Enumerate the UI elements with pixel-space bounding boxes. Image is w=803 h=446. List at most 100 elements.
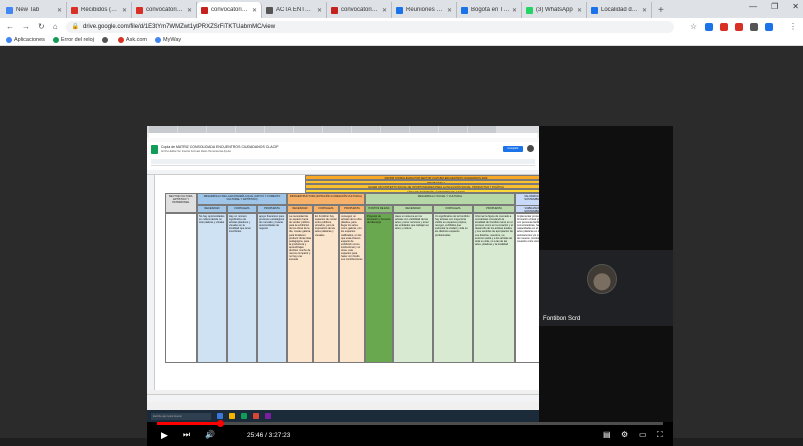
tab-close-icon[interactable]: ✕ [122, 7, 127, 14]
taskbar-app-icon [217, 413, 223, 419]
tab-label: (3) WhatsApp [536, 7, 573, 13]
tab-favicon-icon [71, 6, 78, 14]
matrix-data-cell: No hay oportunidades en cultura desde no… [197, 213, 227, 363]
shared-tab [381, 126, 409, 133]
tab-close-icon[interactable]: ✕ [382, 7, 387, 14]
bookmark-item[interactable]: MyWay [155, 37, 181, 43]
fullscreen-icon[interactable]: ⛶ [657, 430, 663, 440]
sheet-header: Copia de MATRIZ CONSOLIDADA ENCUENTROS C… [147, 142, 539, 170]
bookmark-item[interactable]: Aplicaciones [6, 37, 45, 43]
browser-tab[interactable]: (3) WhatsApp ✕ [522, 2, 587, 18]
player-controls: ▶ ⏭ 🔊 25:46 / 3:27:23 ▤ ⚙ ▭ ⛶ [147, 420, 673, 446]
group-social-header: DESARROLLO SOCIAL Y CULTURAL [365, 193, 515, 205]
browser-tab[interactable]: Localidad de Fonti...✕ [587, 2, 652, 18]
matrix-data-cell: apoyo financiero para procesos estratégi… [257, 213, 287, 363]
browser-tab[interactable]: convocatoriasesio...✕ [327, 2, 392, 18]
browser-tab[interactable]: Recibidos (994) - ...✕ [67, 2, 132, 18]
tab-close-icon[interactable]: ✕ [317, 7, 322, 14]
bookmark-icon [52, 37, 59, 43]
group-infra-header: INFRAESTRUCTURA (DOTACIÓN A CREACIÓN CUL… [287, 193, 365, 205]
bookmark-label: Error del reloj [60, 37, 94, 43]
progress-played [157, 422, 220, 425]
progress-bar[interactable] [157, 420, 663, 427]
new-tab-button[interactable]: + [652, 2, 670, 18]
shared-tab [323, 126, 351, 133]
tab-label: convocatoriasesio... [146, 7, 185, 13]
bookmark-icon [155, 37, 161, 43]
taskbar-app-icon [241, 413, 247, 419]
extension-icon[interactable] [765, 22, 773, 31]
sheet-tabs-bar [147, 394, 539, 402]
minimize-button[interactable]: — [749, 2, 757, 11]
home-icon[interactable]: ⌂ [53, 22, 58, 31]
extension-icon[interactable] [720, 22, 728, 31]
tab-close-icon[interactable]: ✕ [577, 7, 582, 14]
tab-close-icon[interactable]: ✕ [187, 7, 192, 14]
tab-strip: New Tab✕Recibidos (994) - ...✕convocator… [2, 2, 652, 18]
shared-tab [468, 126, 496, 133]
formula-bar [151, 165, 535, 169]
browser-tab[interactable]: New Tab ✕ [2, 2, 67, 18]
matrix-data-cell: En Fontibón hay espacios de contar entre… [313, 213, 339, 363]
browser-tab[interactable]: ACTA ENTREGA V...✕ [262, 2, 327, 18]
tab-close-icon[interactable]: ✕ [252, 7, 257, 14]
tab-close-icon[interactable]: ✕ [512, 7, 517, 14]
window-controls: — ❐ ✕ [749, 2, 799, 11]
play-icon[interactable]: ▶ [161, 430, 168, 441]
bookmark-item[interactable]: Ask.com [117, 37, 147, 43]
tab-favicon-icon [201, 6, 208, 14]
bookmark-icon [6, 37, 12, 43]
menu-icon[interactable]: ⋮ [789, 22, 797, 31]
maximize-button[interactable]: ❐ [771, 2, 778, 11]
browser-tab[interactable]: convocatoriasesio...✕ [132, 2, 197, 18]
tab-close-icon[interactable]: ✕ [642, 7, 647, 14]
column-header-cell: NECESIDAD [393, 205, 433, 213]
reload-icon[interactable]: ↻ [38, 22, 45, 31]
video-player[interactable]: Copia de MATRIZ CONSOLIDADA ENCUENTROS C… [147, 126, 673, 446]
shared-tab [439, 126, 467, 133]
tab-close-icon[interactable]: ✕ [57, 7, 62, 14]
spreadsheet-grid: MATRIZ CONSOLIDADA POR SECTOR CULTURA EN… [147, 170, 567, 390]
extension-icon[interactable] [705, 22, 713, 31]
taskbar-search: Escribe aquí para buscar [151, 412, 211, 420]
column-header-cell: PROPUESTA [339, 205, 365, 213]
column-header-cell: PROPUESTA [257, 205, 287, 213]
shared-tab [265, 126, 293, 133]
tab-favicon-icon [591, 6, 598, 14]
matrix-data-cell: conseguir un artistas de la obra plástic… [339, 213, 365, 363]
extension-icons [705, 22, 773, 31]
url-text: drive.google.com/file/d/1E3tYm7WMZwt1ytP… [83, 23, 276, 30]
forward-icon[interactable]: → [22, 22, 30, 31]
tab-label: New Tab [16, 7, 40, 13]
extension-icon[interactable] [750, 22, 758, 31]
shared-tab [410, 126, 438, 133]
shared-screen: Copia de MATRIZ CONSOLIDADA ENCUENTROS C… [147, 126, 567, 426]
tab-close-icon[interactable]: ✕ [447, 7, 452, 14]
taskbar-app-icon [229, 413, 235, 419]
star-icon[interactable]: ☆ [690, 22, 697, 31]
next-icon[interactable]: ⏭ [183, 430, 190, 440]
column-header-cell: FORTALEZA [313, 205, 339, 213]
back-icon[interactable]: ← [6, 22, 14, 31]
sheet-menu-bar: Archivo Editar Ver Insertar Formato Dato… [161, 150, 231, 153]
matrix-data-cell: Hay un número significativo de artistas … [227, 213, 257, 363]
extension-icon[interactable] [735, 22, 743, 31]
browser-toolbar: ← → ↻ ⌂ 🔒 drive.google.com/file/d/1E3tYm… [0, 18, 803, 35]
bookmark-item[interactable] [101, 37, 110, 43]
shared-tab [294, 126, 322, 133]
address-bar[interactable]: 🔒 drive.google.com/file/d/1E3tYm7WMZwt1y… [65, 20, 674, 33]
progress-scrubber[interactable] [216, 420, 224, 427]
browser-tab[interactable]: convocatoriasesio...✕ [197, 2, 262, 18]
matrix-data-cell: Un significativo de la Fontibón hay arti… [433, 213, 473, 363]
tab-label: convocatoriasesio... [341, 7, 380, 13]
bookmark-item[interactable]: Error del reloj [52, 37, 94, 43]
bookmarks-bar: Aplicaciones Error del reloj Ask.com MyWay [0, 35, 803, 46]
participant-name: Fontibon Scrd [543, 316, 581, 322]
close-window-button[interactable]: ✕ [792, 2, 799, 11]
matrix-data-cell: La necesidad de un espacio fuera de vend… [287, 213, 313, 363]
browser-tab[interactable]: Bogotá en TIC - Cu...✕ [457, 2, 522, 18]
sector-cell: SECTOR CULTURA, ARTÍSTICO Y PATRIMONIAL [165, 193, 197, 213]
matrix-data-cell: Hace un sistema en los artistas con visi… [393, 213, 433, 363]
matrix-data-cell: Proyecto de formación y fomento de lider… [365, 213, 393, 363]
browser-tab[interactable]: Reuniones con Alc...✕ [392, 2, 457, 18]
